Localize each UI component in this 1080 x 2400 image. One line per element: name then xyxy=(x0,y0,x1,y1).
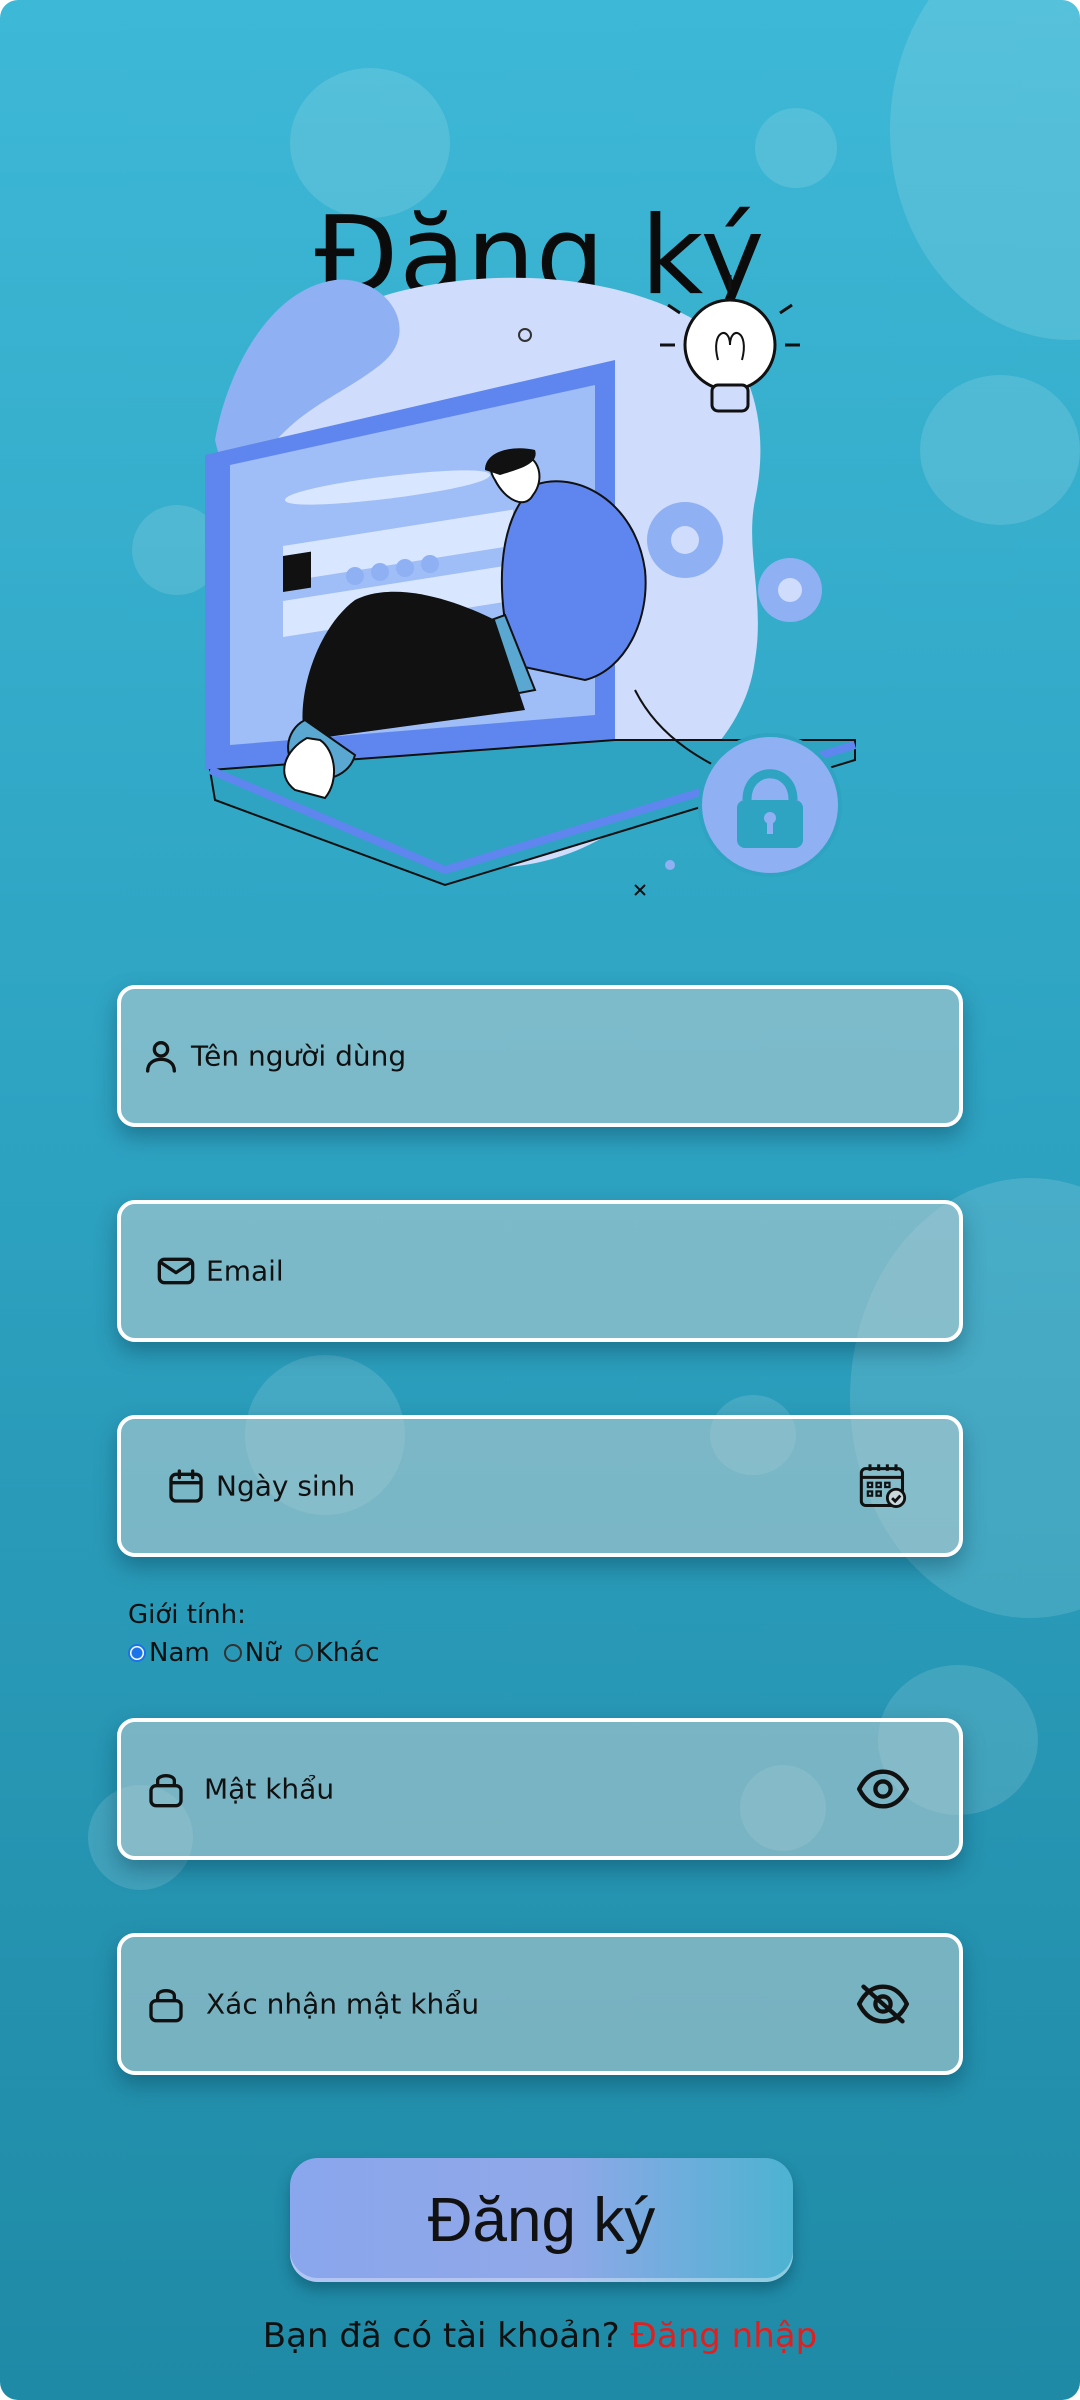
lock-icon xyxy=(149,1989,183,2023)
calendar-icon xyxy=(169,1469,203,1503)
eye-icon[interactable] xyxy=(857,1763,909,1815)
email-field[interactable]: Email xyxy=(117,1200,963,1342)
gender-option-label: Nữ xyxy=(244,1638,281,1668)
gender-label: Giới tính: xyxy=(128,1600,246,1630)
mail-icon xyxy=(157,1257,195,1285)
confirm-password-placeholder: Xác nhận mật khẩu xyxy=(206,1987,480,2021)
lock-icon xyxy=(149,1774,183,1808)
bg-bubble xyxy=(920,375,1080,525)
gender-radio-group: Nam Nữ Khác xyxy=(128,1638,393,1668)
gender-option-label: Khác xyxy=(315,1638,380,1668)
gender-option-label: Nam xyxy=(149,1638,210,1668)
birthday-placeholder: Ngày sinh xyxy=(216,1469,356,1503)
login-prompt-text: Bạn đã có tài khoản? xyxy=(262,2316,620,2356)
login-link[interactable]: Đăng nhập xyxy=(631,2316,818,2356)
signup-illustration xyxy=(205,275,857,896)
email-placeholder: Email xyxy=(206,1254,284,1288)
gender-option-nam[interactable]: Nam xyxy=(128,1638,210,1668)
eye-off-icon[interactable] xyxy=(857,1978,909,2030)
radio-unselected[interactable] xyxy=(223,1644,242,1662)
username-placeholder: Tên người dùng xyxy=(191,1039,407,1073)
bg-bubble xyxy=(755,108,837,188)
gender-option-khac[interactable]: Khác xyxy=(294,1638,380,1668)
register-button[interactable]: Đăng ký xyxy=(290,2158,793,2282)
confirm-password-field[interactable]: Xác nhận mật khẩu xyxy=(117,1933,963,2075)
gender-option-nu[interactable]: Nữ xyxy=(223,1638,281,1668)
register-screen: Đăng ký Tên người dùng Email Ngày sinh G… xyxy=(0,0,1080,2400)
username-field[interactable]: Tên người dùng xyxy=(117,985,963,1127)
password-placeholder: Mật khẩu xyxy=(204,1772,335,1806)
birthday-field[interactable]: Ngày sinh xyxy=(117,1415,963,1557)
password-field[interactable]: Mật khẩu xyxy=(117,1718,963,1860)
radio-selected[interactable] xyxy=(128,1644,146,1662)
user-icon xyxy=(146,1041,176,1073)
radio-unselected[interactable] xyxy=(294,1644,313,1662)
login-prompt: Bạn đã có tài khoản? Đăng nhập xyxy=(0,2316,1080,2356)
calendar-check-icon[interactable] xyxy=(857,1460,909,1512)
